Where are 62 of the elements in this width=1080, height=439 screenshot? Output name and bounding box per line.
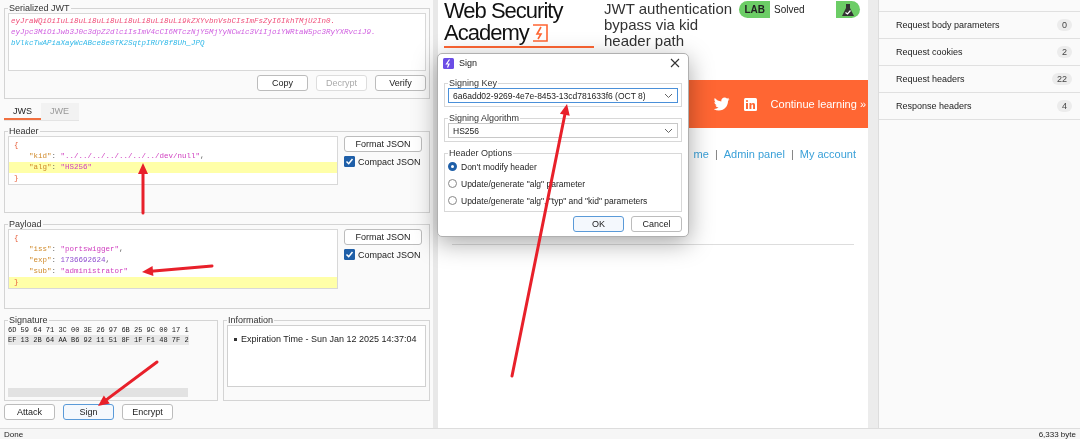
action-button[interactable]: Verify [375, 75, 426, 91]
logo[interactable]: Web Security Academy [444, 0, 594, 48]
action-button[interactable]: Copy [257, 75, 308, 91]
nav-separator: | [790, 148, 794, 160]
tab[interactable]: JWS [4, 103, 41, 120]
dialog-title: Sign [459, 58, 477, 68]
radio-label: Update/generate "alg", "typ" and "kid" parameters [461, 195, 648, 206]
annotation-arrow [98, 360, 159, 406]
format-json-button[interactable]: Format JSON [344, 229, 422, 245]
attribute-label: Request body parameters [896, 20, 1000, 30]
checkbox-label: Compact JSON [358, 156, 421, 167]
radio-button[interactable] [448, 162, 457, 171]
action-button[interactable]: Sign [63, 404, 114, 420]
radio-button[interactable] [448, 196, 457, 205]
group-title: Signing Key [448, 78, 499, 88]
app-icon [443, 57, 454, 69]
status-text: 6,333 byte [1038, 430, 1076, 439]
radio-label: Don't modify header [461, 161, 537, 172]
twitter-icon[interactable] [713, 97, 730, 111]
linkedin-icon[interactable] [743, 97, 757, 111]
annotation-arrow [142, 264, 214, 277]
checkbox[interactable] [344, 249, 355, 260]
nav-separator: | [714, 148, 718, 160]
attribute-label: Response headers [896, 101, 972, 111]
group-title: Signature [8, 315, 49, 325]
scrollbar[interactable] [8, 388, 188, 397]
info-text: Expiration Time - Sun Jan 12 2025 14:37:04 [241, 334, 417, 344]
status-text: Done [4, 430, 24, 439]
count-badge: 22 [1052, 73, 1072, 85]
dialog-button[interactable]: OK [573, 216, 624, 232]
count-badge: 4 [1057, 100, 1072, 112]
caret-icon[interactable] [664, 92, 673, 99]
format-json-button[interactable]: Format JSON [344, 136, 422, 152]
lab-title: JWT authentication bypass via kid header path [604, 0, 734, 49]
dropdown[interactable]: HS256 [448, 123, 678, 138]
lab-status-badge: LAB Solved [739, 1, 860, 18]
checkbox[interactable] [344, 156, 355, 167]
dropdown[interactable]: 6a6add02-9269-4e7e-8453-13cd781633f6 (OCT 8) [448, 88, 678, 103]
checkbox-label: Compact JSON [358, 249, 421, 260]
attribute-row[interactable]: Response headers 4 [879, 92, 1080, 119]
attribute-row[interactable]: Request cookies 2 [879, 38, 1080, 65]
scrollbar-track[interactable] [868, 0, 878, 428]
action-button[interactable]: Attack [4, 404, 55, 420]
attribute-label: Request cookies [896, 47, 963, 57]
attribute-row[interactable]: Request body parameters 0 [879, 11, 1080, 38]
action-button[interactable]: Encrypt [122, 404, 173, 420]
attribute-row[interactable]: Request headers 22 [879, 65, 1080, 92]
caret-icon[interactable] [664, 127, 673, 134]
attribute-label: Request headers [896, 74, 965, 84]
close-icon[interactable] [670, 58, 680, 68]
count-badge: 2 [1057, 46, 1072, 58]
count-badge: 0 [1057, 19, 1072, 31]
group-title: Serialized JWT [8, 3, 71, 13]
group-title: Signing Algorithm [448, 113, 521, 123]
group-title: Header Options [448, 148, 514, 158]
radio-button[interactable] [448, 179, 457, 188]
group-title: Header [8, 126, 40, 136]
dialog-button[interactable]: Cancel [631, 216, 682, 232]
annotation-arrow [138, 163, 148, 215]
group-title: Information [227, 315, 275, 325]
bullet-icon [234, 337, 237, 341]
group-title: Payload [8, 219, 43, 229]
